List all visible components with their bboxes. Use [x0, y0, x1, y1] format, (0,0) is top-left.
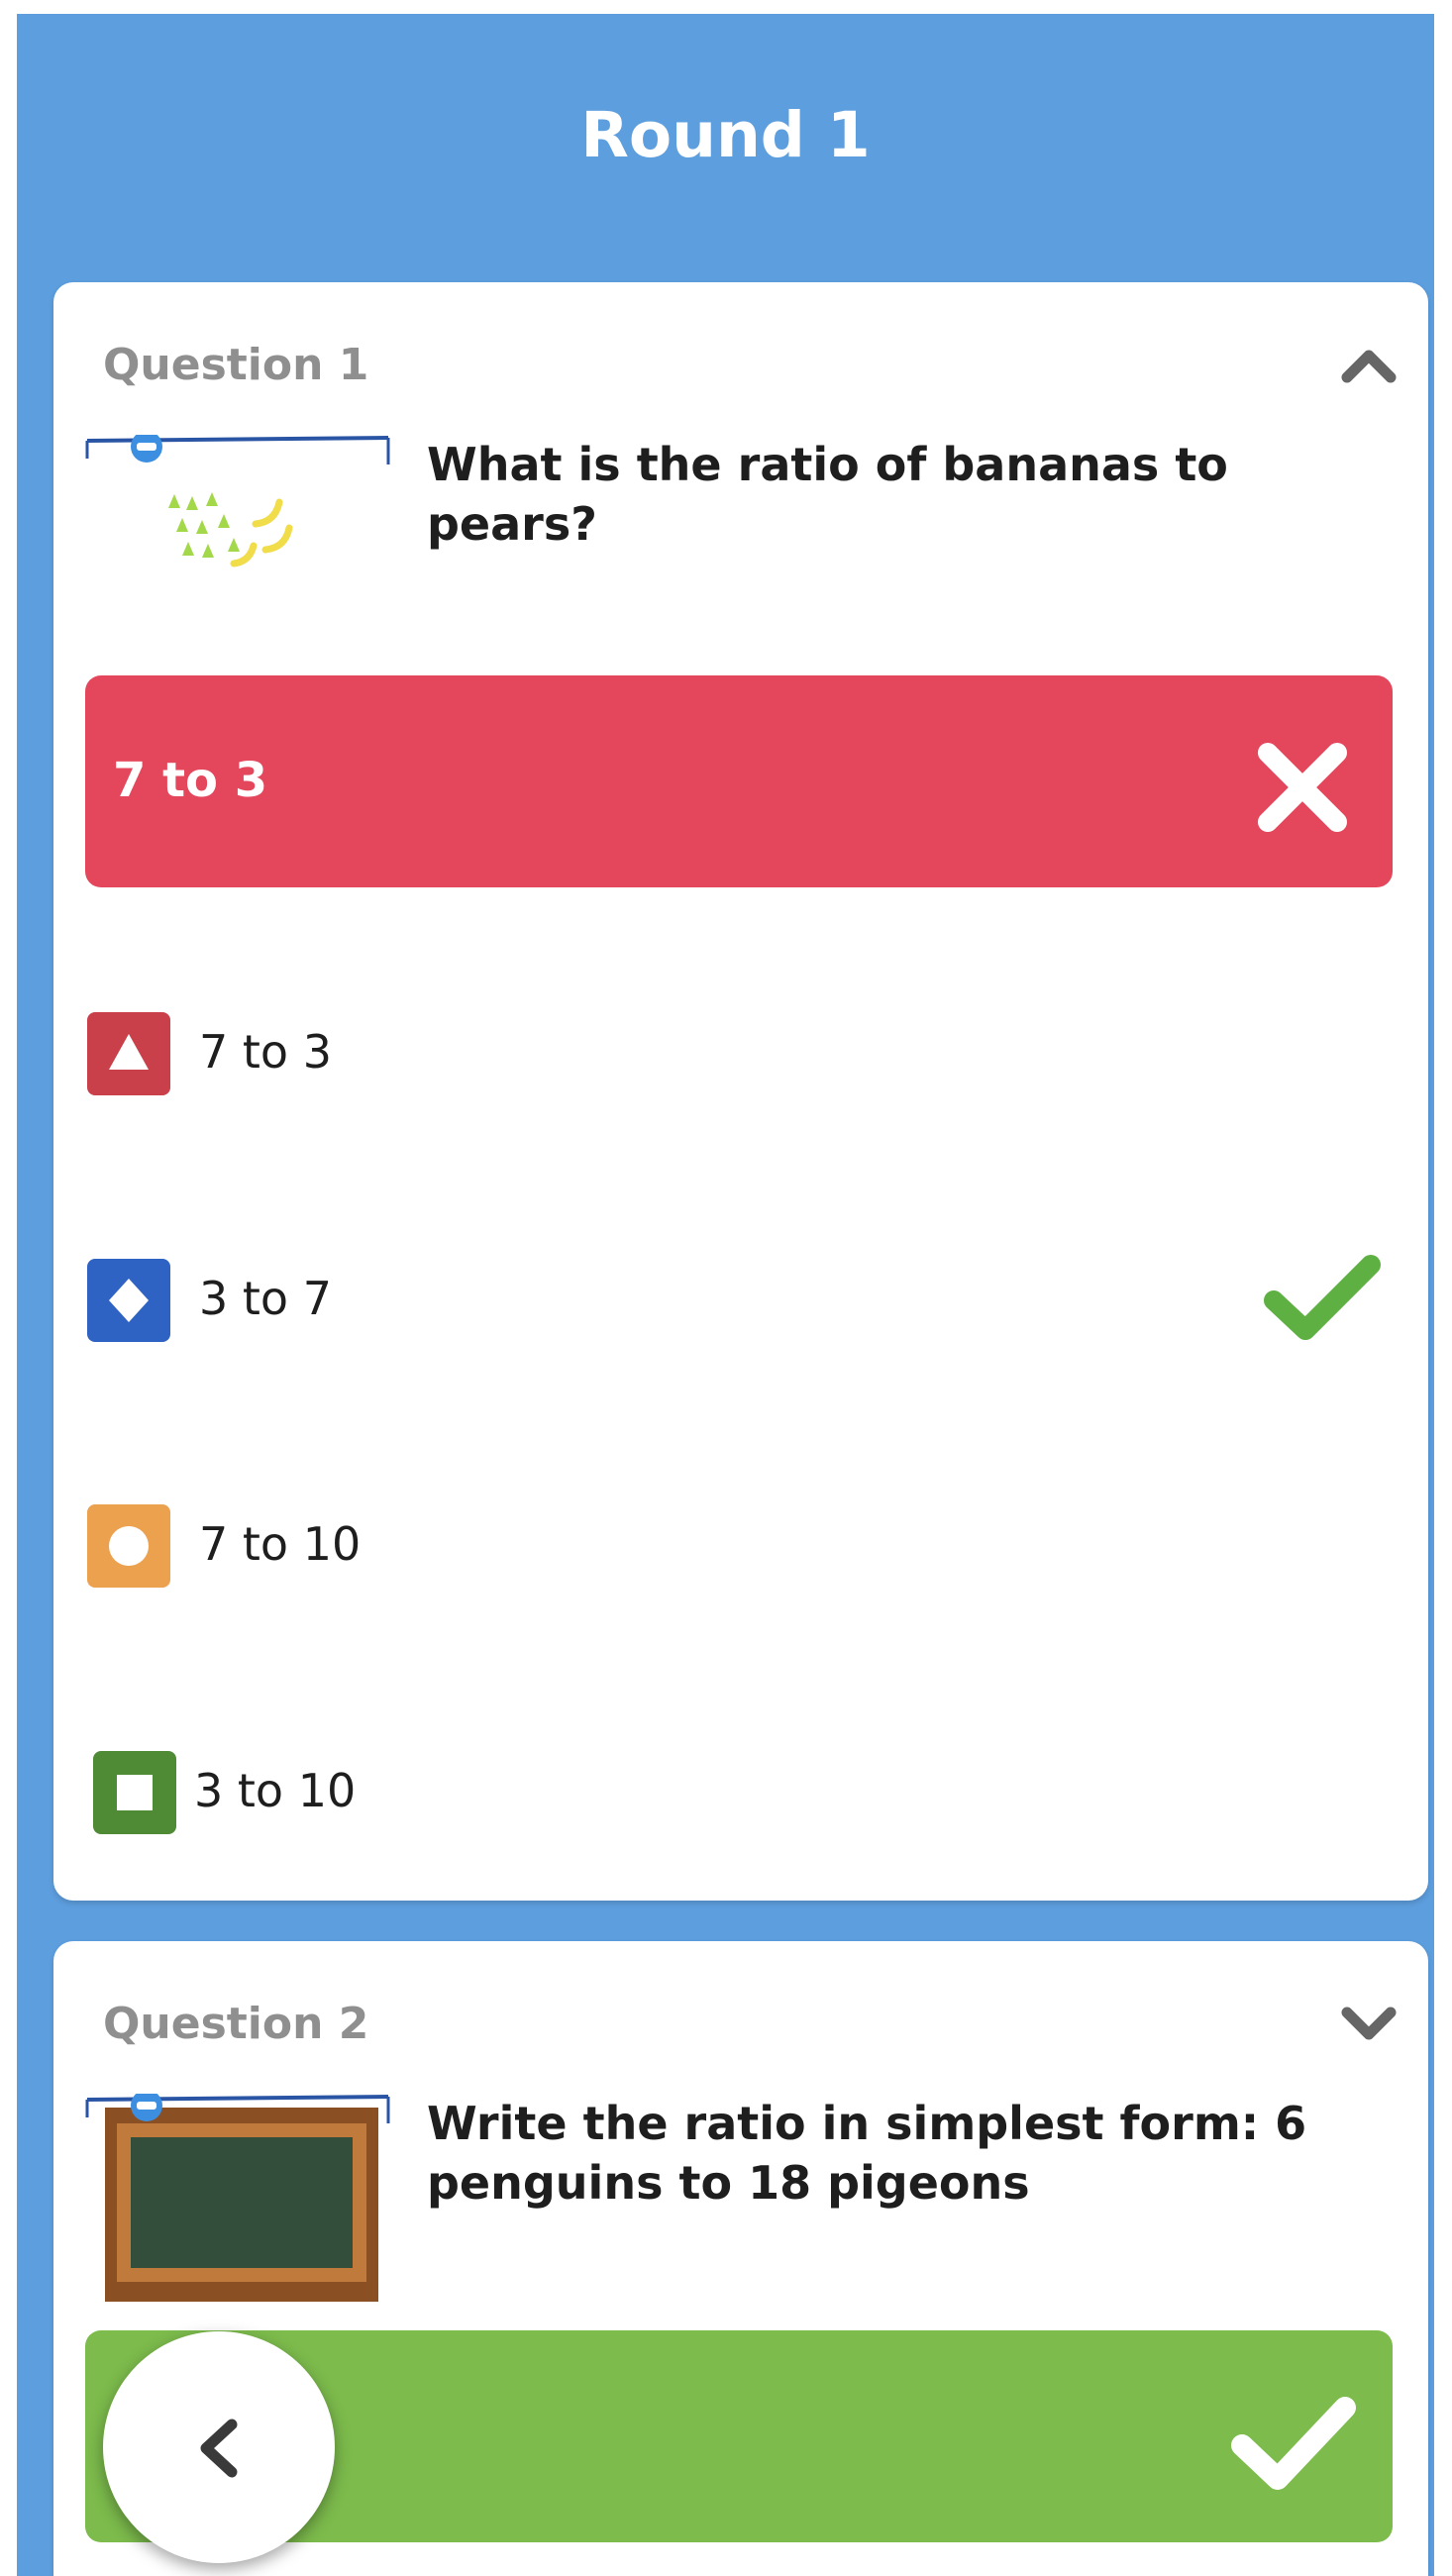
triangle-icon: [87, 1012, 170, 1095]
question-card-1[interactable]: Question 1 What is the ratio of bananas …: [53, 282, 1428, 1901]
chevron-down-icon[interactable]: [1339, 1999, 1399, 2048]
chalkboard-thumbnail: [85, 2094, 392, 2302]
chevron-left-icon: [200, 2419, 238, 2478]
square-icon: [93, 1751, 176, 1834]
check-icon: [1228, 2388, 1357, 2497]
back-button[interactable]: [103, 2331, 335, 2563]
question-text: Write the ratio in simplest form: 6 peng…: [427, 2097, 1307, 2210]
option-item: 3 to 10: [85, 1723, 1393, 1842]
option-item: 3 to 7: [85, 1231, 1393, 1350]
option-text: 7 to 3: [199, 1025, 332, 1079]
chevron-up-icon[interactable]: [1339, 340, 1399, 389]
option-item: 7 to 10: [85, 1477, 1393, 1596]
option-text: 7 to 10: [199, 1517, 362, 1571]
option-item: 7 to 3: [85, 984, 1393, 1103]
question-label: Question 2: [103, 1999, 369, 2049]
question-label: Question 1: [103, 340, 369, 390]
fruit-thumbnail: [85, 435, 392, 593]
round-title: Round 1: [580, 99, 871, 171]
check-icon: [1262, 1251, 1381, 1346]
circle-icon: [87, 1504, 170, 1588]
option-text: 3 to 10: [194, 1764, 357, 1817]
cross-icon: [1248, 733, 1357, 842]
player-answer-text: 7 to 3: [113, 753, 268, 808]
diamond-icon: [87, 1259, 170, 1342]
option-text: 3 to 7: [199, 1272, 332, 1325]
app-screen: Round 1 Question 1 What is the ratio of …: [17, 14, 1434, 2576]
question-text: What is the ratio of bananas to pears?: [427, 438, 1228, 551]
player-answer-bar: 7 to 3: [85, 675, 1393, 887]
